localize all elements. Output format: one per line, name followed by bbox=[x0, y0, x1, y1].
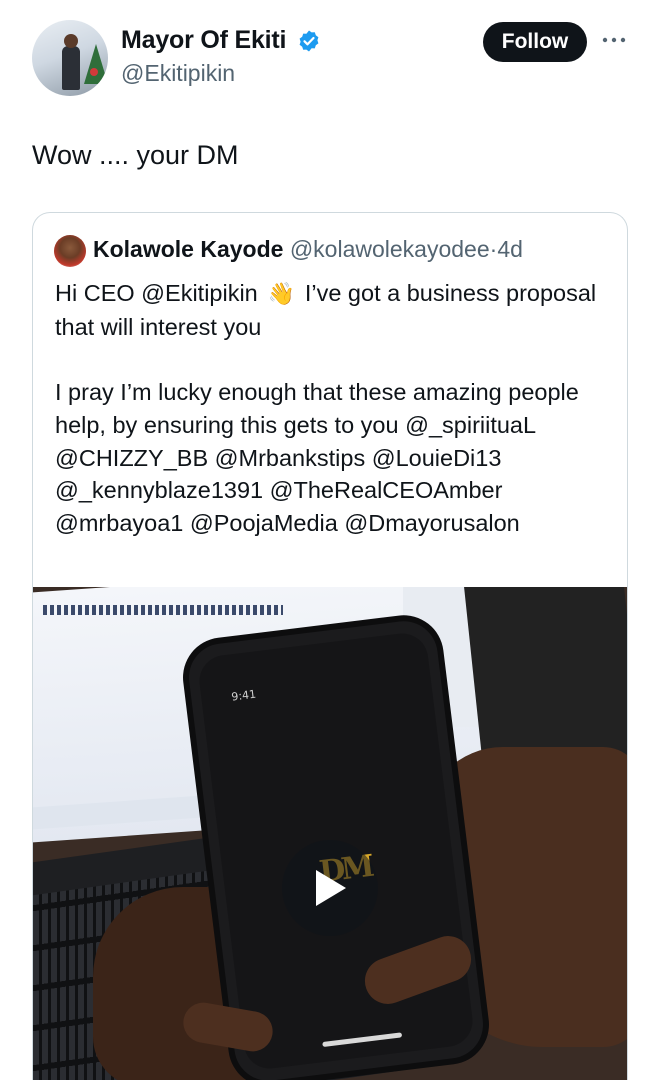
quoted-time[interactable]: 4d bbox=[497, 236, 523, 262]
play-button[interactable] bbox=[282, 840, 378, 936]
avatar-tree bbox=[84, 44, 108, 84]
tweet-text: Wow .... your DM bbox=[32, 140, 239, 170]
laptop-bezel bbox=[464, 587, 627, 757]
author-name[interactable]: Mayor Of Ekiti bbox=[121, 26, 286, 55]
avatar-flower bbox=[90, 68, 98, 76]
avatar-person-head bbox=[64, 34, 78, 48]
avatar-person-body bbox=[62, 46, 80, 90]
more-horizontal-icon[interactable] bbox=[601, 34, 627, 46]
phone-status-time: 9:41 bbox=[230, 687, 257, 704]
author-handle[interactable]: @Ekitipikin bbox=[121, 60, 235, 87]
follow-button[interactable]: Follow bbox=[483, 22, 587, 62]
quoted-author-handle[interactable]: @kolawolekayodee bbox=[290, 236, 490, 262]
author-avatar[interactable] bbox=[32, 20, 108, 96]
phone-home-indicator bbox=[322, 1032, 403, 1048]
quoted-tweet-body: Hi CEO @Ekitipikin 👋 I’ve got a business… bbox=[55, 277, 625, 572]
play-icon bbox=[316, 870, 346, 906]
quoted-author-avatar[interactable] bbox=[54, 235, 86, 267]
waving-hand-icon: 👋 bbox=[267, 281, 295, 306]
tweet-card: Mayor Of Ekiti @Ekitipikin Follow Wow ..… bbox=[0, 0, 660, 1080]
quoted-tweet-header: Kolawole Kayode @kolawolekayodee·4d bbox=[93, 236, 523, 263]
quoted-paragraph-1: Hi CEO @Ekitipikin 👋 I’ve got a business… bbox=[55, 277, 625, 343]
quoted-tweet[interactable]: Kolawole Kayode @kolawolekayodee·4d Hi C… bbox=[32, 212, 628, 1080]
verified-badge-icon bbox=[299, 30, 319, 52]
laptop-screen-content bbox=[43, 605, 283, 615]
quoted-paragraph-2: I pray I’m lucky enough that these amazi… bbox=[55, 379, 579, 536]
video-player[interactable]: 9:41 DM bbox=[33, 587, 627, 1080]
quoted-line1-before: Hi CEO @Ekitipikin bbox=[55, 280, 258, 306]
quoted-author-name[interactable]: Kolawole Kayode bbox=[93, 236, 283, 262]
